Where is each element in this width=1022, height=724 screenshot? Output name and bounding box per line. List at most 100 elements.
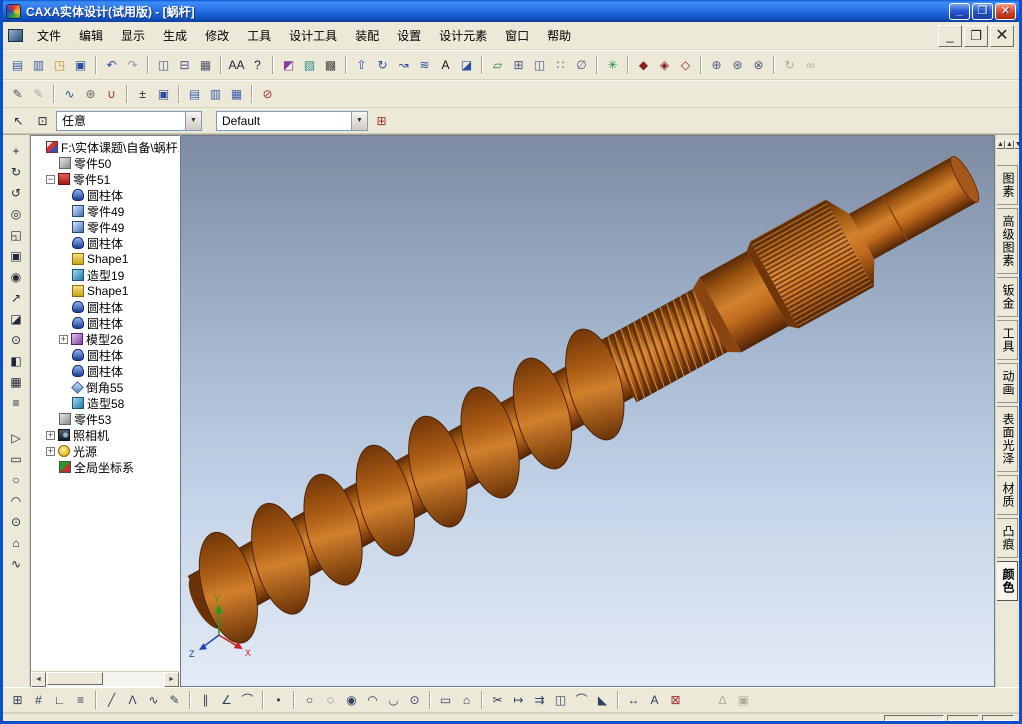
arc-3pt-icon[interactable]: ◡ <box>383 690 404 710</box>
tree-expand-toggle[interactable]: + <box>46 430 55 440</box>
pan-view-icon[interactable]: + <box>5 141 27 162</box>
scrollbar-track[interactable] <box>46 672 164 686</box>
tree-node[interactable]: 圆柱体 <box>33 187 179 203</box>
sketch-pencil-icon[interactable]: ✎ <box>164 690 185 710</box>
snapshot-icon[interactable]: ▦ <box>5 372 27 393</box>
view-top-icon[interactable]: ▦ <box>226 84 247 104</box>
maximize-button[interactable]: ❐ <box>972 2 993 20</box>
surface-icon[interactable]: ◪ <box>456 55 477 75</box>
print-icon[interactable]: ▦ <box>195 55 216 75</box>
hidden-line-icon[interactable]: ◈ <box>654 55 675 75</box>
no-render-icon[interactable]: ⊘ <box>257 84 278 104</box>
tree-node[interactable]: 零件53 <box>33 411 179 427</box>
smart-render-icon[interactable]: ◩ <box>278 55 299 75</box>
mdi-restore-button[interactable]: ❐ <box>964 24 988 47</box>
text-2d-icon[interactable]: A <box>644 690 665 710</box>
select-box-icon[interactable]: ⊡ <box>32 111 53 131</box>
rectangle-tool-icon[interactable]: ▭ <box>435 690 456 710</box>
side-tab-advanced-elements[interactable]: 高级图素 <box>997 208 1018 274</box>
fit-view-icon[interactable]: ▣ <box>5 246 27 267</box>
scroll-right-button[interactable]: ► <box>164 672 179 687</box>
edit-surface-icon[interactable]: ✎ <box>28 84 49 104</box>
dimension-tool-icon[interactable]: ↔ <box>623 690 644 710</box>
save-file-icon[interactable]: ▣ <box>70 55 91 75</box>
scene-icon[interactable]: ▧ <box>299 55 320 75</box>
tree-node[interactable]: F:\实体课题\自备\蜗杆.ic <box>33 139 179 155</box>
tangent-arc-icon[interactable]: ⌒ <box>237 690 258 710</box>
extend-tool-icon[interactable]: ↦ <box>508 690 529 710</box>
tree-horizontal-scrollbar[interactable]: ◄ ► <box>31 671 179 687</box>
gear-tool-icon[interactable]: ⊛ <box>80 84 101 104</box>
view-settings-icon[interactable]: ≡ <box>5 393 27 414</box>
tree-node[interactable]: 圆柱体 <box>33 315 179 331</box>
find-text-icon[interactable]: AA <box>226 55 247 75</box>
datum-plane-icon[interactable]: ▱ <box>487 55 508 75</box>
side-tab-tools[interactable]: 工具 <box>997 320 1018 360</box>
polygon-tool-icon[interactable]: ⌂ <box>456 690 477 710</box>
erase-tool-icon[interactable]: ⊠ <box>665 690 686 710</box>
mirror-feature-icon[interactable]: ◫ <box>529 55 550 75</box>
circle-2pt-icon[interactable]: ◌ <box>320 690 341 710</box>
document-icon[interactable] <box>8 29 23 42</box>
fly-view-icon[interactable]: ↗ <box>5 288 27 309</box>
copy-icon[interactable]: ◫ <box>153 55 174 75</box>
tree-expand-toggle[interactable]: + <box>46 446 55 456</box>
tree-node[interactable]: 零件49 <box>33 203 179 219</box>
minimize-button[interactable]: _ <box>949 2 970 20</box>
line-tool-icon[interactable]: ╱ <box>101 690 122 710</box>
combo-arrow-icon[interactable]: ▼ <box>185 111 201 130</box>
select-arrow-icon[interactable]: ↖ <box>8 111 29 131</box>
tree-node[interactable]: 圆柱体 <box>33 363 179 379</box>
tree-node[interactable]: 零件49 <box>33 219 179 235</box>
new-file-icon[interactable]: ▤ <box>7 55 28 75</box>
side-tab-color[interactable]: 颜色 <box>997 561 1018 601</box>
menu-item-edit[interactable]: 编辑 <box>70 23 112 48</box>
angle-line-icon[interactable]: ∠ <box>216 690 237 710</box>
tree-node[interactable]: 圆柱体 <box>33 347 179 363</box>
look-at-icon[interactable]: ⊙ <box>5 330 27 351</box>
display-mode-icon[interactable]: ▩ <box>320 55 341 75</box>
menu-item-generate[interactable]: 生成 <box>154 23 196 48</box>
menu-item-assembly[interactable]: 装配 <box>346 23 388 48</box>
circle-2d-icon[interactable]: ○ <box>5 470 27 491</box>
parallel-line-icon[interactable]: ∥ <box>195 690 216 710</box>
grid-toggle-icon[interactable]: ⊞ <box>7 690 28 710</box>
open-file-icon[interactable]: ◳ <box>49 55 70 75</box>
help-icon[interactable]: ? <box>247 55 268 75</box>
ortho-toggle-icon[interactable]: ∟ <box>49 690 70 710</box>
tree-node[interactable]: 全局坐标系 <box>33 459 179 475</box>
side-tab-bump[interactable]: 凸痕 <box>997 518 1018 558</box>
tree-node[interactable]: 圆柱体 <box>33 299 179 315</box>
tree-node[interactable]: 零件50 <box>33 155 179 171</box>
menu-item-settings[interactable]: 设置 <box>388 23 430 48</box>
polyline-tool-icon[interactable]: Λ <box>122 690 143 710</box>
combo-arrow-icon[interactable]: ▼ <box>351 111 367 130</box>
menu-item-tools[interactable]: 工具 <box>238 23 280 48</box>
tree-node[interactable]: + 光源 <box>33 443 179 459</box>
worm-gear-model[interactable] <box>181 136 994 660</box>
pattern-icon[interactable]: ⊞ <box>508 55 529 75</box>
tree-node[interactable]: Shape1 <box>33 251 179 267</box>
camera-view-icon[interactable]: ◪ <box>5 309 27 330</box>
tree-node[interactable]: 圆柱体 <box>33 235 179 251</box>
tab-scroll-up-2-button[interactable]: ▲ <box>1004 140 1014 149</box>
side-tab-elements[interactable]: 图素 <box>997 165 1018 205</box>
chamfer-2d-icon[interactable]: ◣ <box>592 690 613 710</box>
frame-icon[interactable]: ▣ <box>153 84 174 104</box>
wireframe-mode-icon[interactable]: ◇ <box>675 55 696 75</box>
redo-icon[interactable]: ↷ <box>122 55 143 75</box>
mdi-close-button[interactable]: ✕ <box>990 24 1014 47</box>
assemble-icon[interactable]: ⊕ <box>706 55 727 75</box>
tab-scroll-down-1-button[interactable]: ▼ <box>1013 140 1019 149</box>
menu-item-design-tools[interactable]: 设计工具 <box>280 23 346 48</box>
scrollbar-thumb[interactable] <box>47 672 103 685</box>
tree-node[interactable]: 造型19 <box>33 267 179 283</box>
mdi-minimize-button[interactable]: _ <box>938 24 962 47</box>
scroll-left-button[interactable]: ◄ <box>31 672 46 687</box>
side-tab-surface-finish[interactable]: 表面光泽 <box>997 406 1018 472</box>
side-tab-animation[interactable]: 动画 <box>997 363 1018 403</box>
arc-tool-icon[interactable]: ◠ <box>362 690 383 710</box>
circle-3pt-icon[interactable]: ◉ <box>341 690 362 710</box>
ellipse-2d-icon[interactable]: ⊙ <box>5 512 27 533</box>
mirror-tool-icon[interactable]: ◫ <box>550 690 571 710</box>
